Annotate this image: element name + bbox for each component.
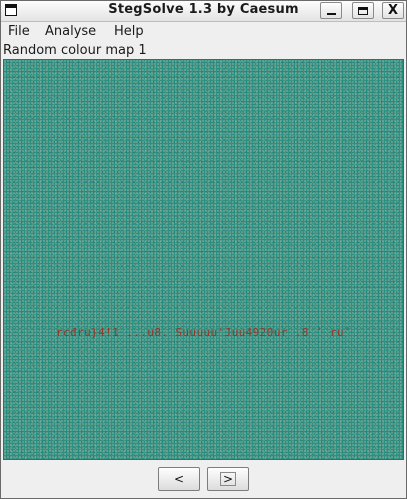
window-title: StegSolve 1.3 by Caesum: [108, 2, 299, 17]
navigation-bar: < >: [1, 461, 406, 498]
next-button[interactable]: >: [207, 467, 249, 491]
menu-file[interactable]: File: [8, 24, 30, 39]
title-bar[interactable]: StegSolve 1.3 by Caesum X: [1, 1, 406, 22]
app-window: StegSolve 1.3 by Caesum X File Analyse H…: [0, 0, 407, 499]
close-icon: X: [387, 3, 399, 18]
next-label: >: [219, 472, 237, 486]
maximize-button[interactable]: [352, 2, 374, 19]
noise-texture: [4, 60, 403, 459]
menu-bar: File Analyse Help: [1, 22, 406, 42]
previous-button[interactable]: <: [158, 467, 200, 491]
maximize-icon: [358, 6, 368, 15]
minimize-button[interactable]: [320, 2, 342, 19]
view-mode-label: Random colour map 1: [3, 43, 147, 58]
close-button[interactable]: X: [382, 2, 404, 19]
minimize-icon: [326, 13, 336, 15]
menu-help[interactable]: Help: [114, 24, 144, 39]
image-view: rcđru}4!1 ...u8. Suuuuu'Juu4920ur .8 ʹ r…: [3, 59, 404, 460]
previous-label: <: [173, 472, 185, 486]
menu-analyse[interactable]: Analyse: [45, 24, 96, 39]
revealed-hidden-text: rcđru}4!1 ...u8. Suuuuu'Juu4920ur .8 ʹ r…: [56, 326, 351, 339]
